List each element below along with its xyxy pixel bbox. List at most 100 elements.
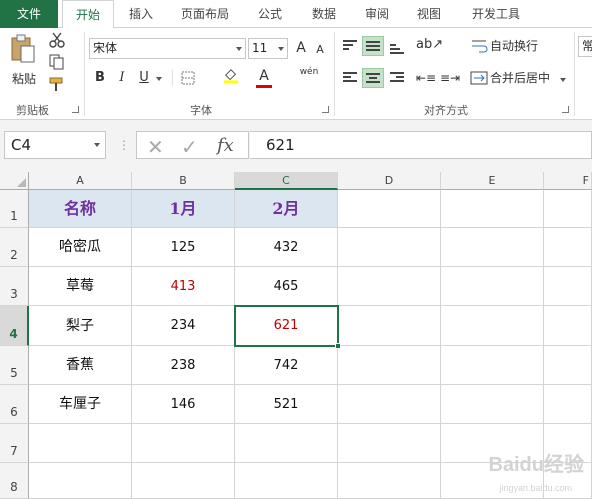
column-header-b[interactable]: B [132,172,235,190]
row-header-8[interactable]: 8 [0,463,29,499]
column-header-d[interactable]: D [338,172,441,190]
cell-f3[interactable] [544,267,592,306]
row-header-4[interactable]: 4 [0,306,29,346]
cell-b2[interactable]: 125 [132,228,235,267]
tab-home[interactable]: 开始 [62,0,114,29]
copy-icon[interactable] [48,54,66,70]
cell-e6[interactable] [441,385,544,424]
cell-c6[interactable]: 521 [235,385,338,424]
italic-button[interactable]: I [114,68,130,88]
row-header-2[interactable]: 2 [0,228,29,267]
enter-icon[interactable]: ✓ [181,135,198,159]
insert-function-button[interactable]: fx [217,135,234,156]
row-header-5[interactable]: 5 [0,346,29,385]
bold-button[interactable]: B [92,68,108,88]
cell-a4[interactable]: 梨子 [29,306,132,346]
font-name-select[interactable]: 宋体 [89,38,246,59]
cell-e4[interactable] [441,306,544,346]
cell-c8[interactable] [235,463,338,499]
borders-icon[interactable] [180,70,198,86]
row-header-6[interactable]: 6 [0,385,29,424]
cell-a6[interactable]: 车厘子 [29,385,132,424]
alignment-launcher-icon[interactable] [562,106,569,113]
column-header-f[interactable]: F [544,172,592,190]
cell-b4[interactable]: 234 [132,306,235,346]
cell-a3[interactable]: 草莓 [29,267,132,306]
align-top-icon[interactable] [343,40,357,52]
phonetic-button[interactable]: wén [298,66,320,86]
tab-data[interactable]: 数据 [300,0,348,28]
align-left-icon[interactable] [343,72,357,84]
cell-d5[interactable] [338,346,441,385]
tab-formulas[interactable]: 公式 [246,0,294,28]
number-format-select[interactable]: 常 [578,36,592,57]
cell-b1[interactable]: 1月 [132,190,235,228]
cell-a8[interactable] [29,463,132,499]
cell-d7[interactable] [338,424,441,463]
cell-d8[interactable] [338,463,441,499]
tab-view[interactable]: 视图 [406,0,452,28]
row-header-7[interactable]: 7 [0,424,29,463]
cell-e1[interactable] [441,190,544,228]
cell-b7[interactable] [132,424,235,463]
formula-input[interactable]: 621 [250,131,592,159]
row-header-1[interactable]: 1 [0,190,29,228]
cell-a7[interactable] [29,424,132,463]
chevron-down-icon[interactable] [560,78,566,82]
cell-a1[interactable]: 名称 [29,190,132,228]
select-all-button[interactable] [0,172,29,190]
cell-b6[interactable]: 146 [132,385,235,424]
cell-f5[interactable] [544,346,592,385]
column-header-e[interactable]: E [441,172,544,190]
cell-b3[interactable]: 413 [132,267,235,306]
cell-a5[interactable]: 香蕉 [29,346,132,385]
tab-page-layout[interactable]: 页面布局 [170,0,240,28]
cell-d3[interactable] [338,267,441,306]
cell-b8[interactable] [132,463,235,499]
cell-c4[interactable]: 621 [235,306,338,346]
merge-center-button[interactable]: 合并后居中 [490,69,550,87]
cell-f2[interactable] [544,228,592,267]
fill-color-icon[interactable] [222,68,240,84]
cell-b5[interactable]: 238 [132,346,235,385]
cell-c3[interactable]: 465 [235,267,338,306]
align-center-button[interactable] [362,68,384,88]
cell-a2[interactable]: 哈密瓜 [29,228,132,267]
shrink-font-button[interactable]: A [314,40,326,60]
cell-e5[interactable] [441,346,544,385]
wrap-text-button[interactable]: 自动换行 [490,37,538,55]
cut-icon[interactable] [48,32,66,48]
cell-e2[interactable] [441,228,544,267]
cell-d2[interactable] [338,228,441,267]
cell-c2[interactable]: 432 [235,228,338,267]
font-color-button[interactable]: A [256,66,272,86]
font-size-select[interactable]: 11 [248,38,288,59]
cell-d1[interactable] [338,190,441,228]
tab-insert[interactable]: 插入 [116,0,166,28]
orientation-icon[interactable]: ab↗ [416,36,443,54]
cell-f1[interactable] [544,190,592,228]
decrease-indent-icon[interactable]: ⇤≡ [416,69,436,87]
cell-f4[interactable] [544,306,592,346]
tab-review[interactable]: 审阅 [354,0,400,28]
cell-c5[interactable]: 742 [235,346,338,385]
cell-d4[interactable] [338,306,441,346]
row-header-3[interactable]: 3 [0,267,29,306]
paste-button[interactable]: 粘贴 [6,30,42,90]
cell-e3[interactable] [441,267,544,306]
tab-file[interactable]: 文件 [0,0,58,28]
align-bottom-icon[interactable] [390,44,404,56]
clipboard-launcher-icon[interactable] [72,106,79,113]
align-right-icon[interactable] [390,72,404,84]
fill-handle[interactable] [335,343,341,349]
increase-indent-icon[interactable]: ≡⇥ [440,69,460,87]
align-middle-button[interactable] [362,36,384,56]
font-launcher-icon[interactable] [322,106,329,113]
tab-developer[interactable]: 开发工具 [460,0,532,28]
cell-c1[interactable]: 2月 [235,190,338,228]
cell-c7[interactable] [235,424,338,463]
format-painter-icon[interactable] [48,76,66,92]
cancel-icon[interactable]: ✕ [147,135,164,159]
column-header-a[interactable]: A [29,172,132,190]
chevron-down-icon[interactable] [156,77,162,81]
